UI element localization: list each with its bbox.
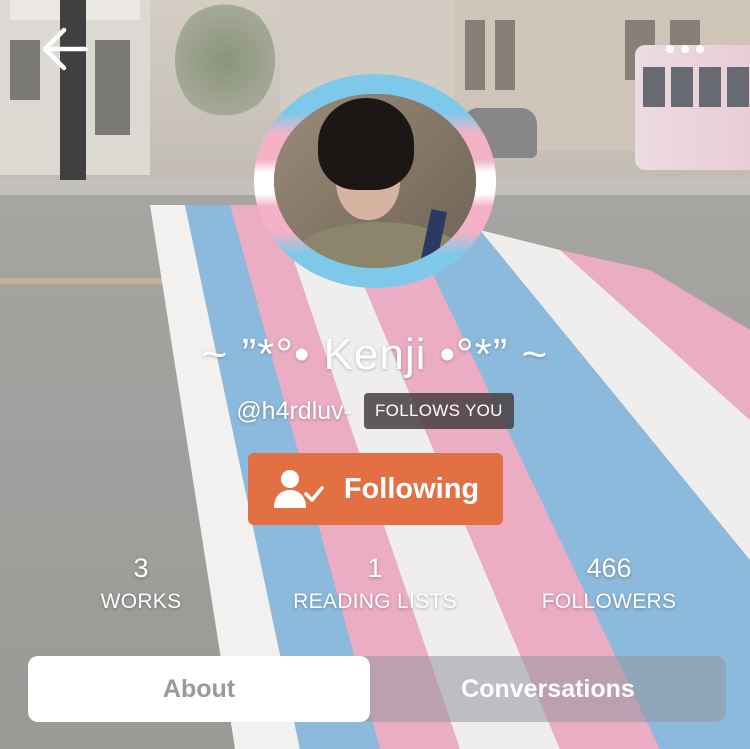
- arrow-left-icon: [42, 27, 89, 71]
- display-name: ~ ”*°• Kenji •°*” ~: [201, 330, 549, 379]
- stat-works-label: WORKS: [100, 590, 182, 613]
- stat-reading-lists[interactable]: 1 READING LISTS: [265, 553, 485, 614]
- profile-stats: 3 WORKS 1 READING LISTS 466 FOLLOWERS: [0, 553, 750, 623]
- follows-you-badge: FOLLOWS YOU: [364, 393, 514, 429]
- user-check-icon: [273, 470, 324, 508]
- handle-row: @h4rdluv- FOLLOWS YOU: [0, 392, 750, 430]
- stat-followers[interactable]: 466 FOLLOWERS: [499, 553, 719, 614]
- profile-screen: ~ ”*°• Kenji •°*” ~ @h4rdluv- FOLLOWS YO…: [0, 0, 750, 749]
- stat-works-count: 3: [133, 553, 149, 583]
- more-options-button[interactable]: [662, 34, 708, 64]
- stat-followers-label: FOLLOWERS: [541, 590, 677, 613]
- following-button-label: Following: [343, 472, 480, 505]
- username-handle: @h4rdluv-: [236, 396, 352, 425]
- stat-reading-lists-label: READING LISTS: [293, 590, 457, 613]
- avatar[interactable]: [254, 74, 496, 288]
- tab-conversations[interactable]: Conversations: [370, 656, 726, 722]
- stat-reading-lists-count: 1: [367, 553, 383, 583]
- stat-followers-count: 466: [586, 553, 632, 583]
- avatar-photo: [274, 94, 476, 268]
- stat-works[interactable]: 3 WORKS: [31, 553, 251, 614]
- back-button[interactable]: [40, 26, 90, 72]
- ellipsis-icon: [666, 45, 704, 53]
- tab-about[interactable]: About: [28, 656, 370, 722]
- profile-tabs: About Conversations: [28, 656, 726, 722]
- following-button[interactable]: Following: [248, 453, 503, 525]
